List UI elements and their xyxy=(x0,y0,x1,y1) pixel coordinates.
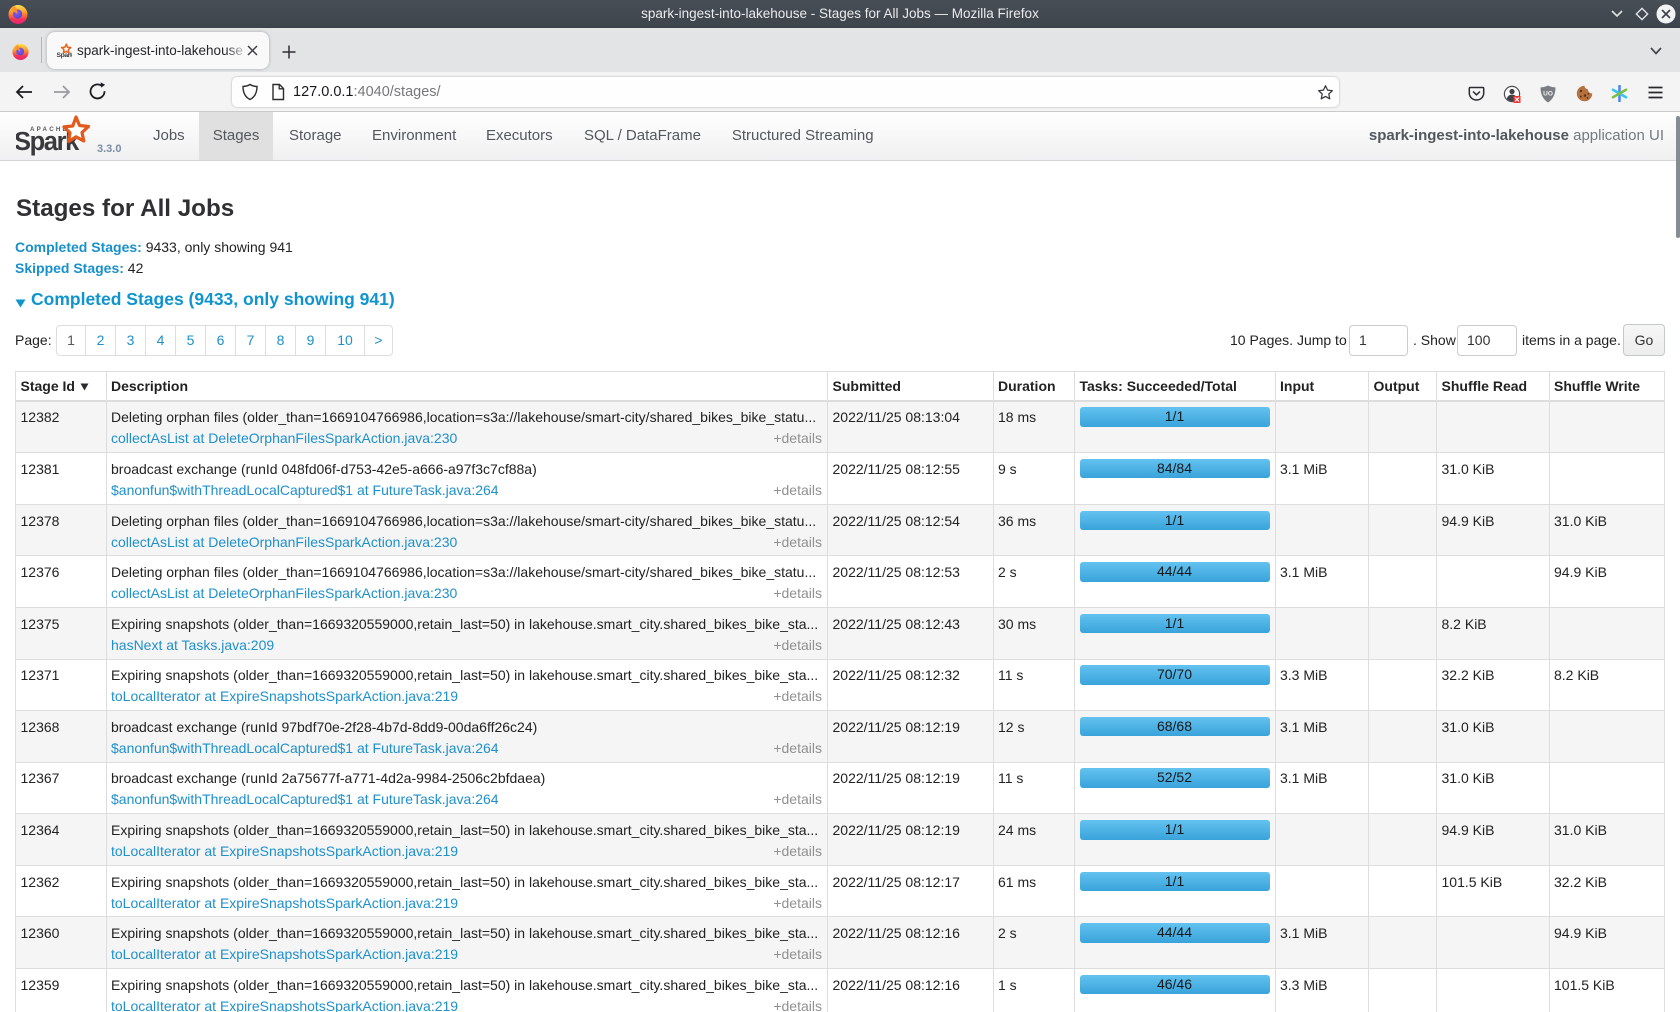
svg-text:Spark: Spark xyxy=(57,52,73,59)
svg-text:UO: UO xyxy=(1543,91,1553,98)
